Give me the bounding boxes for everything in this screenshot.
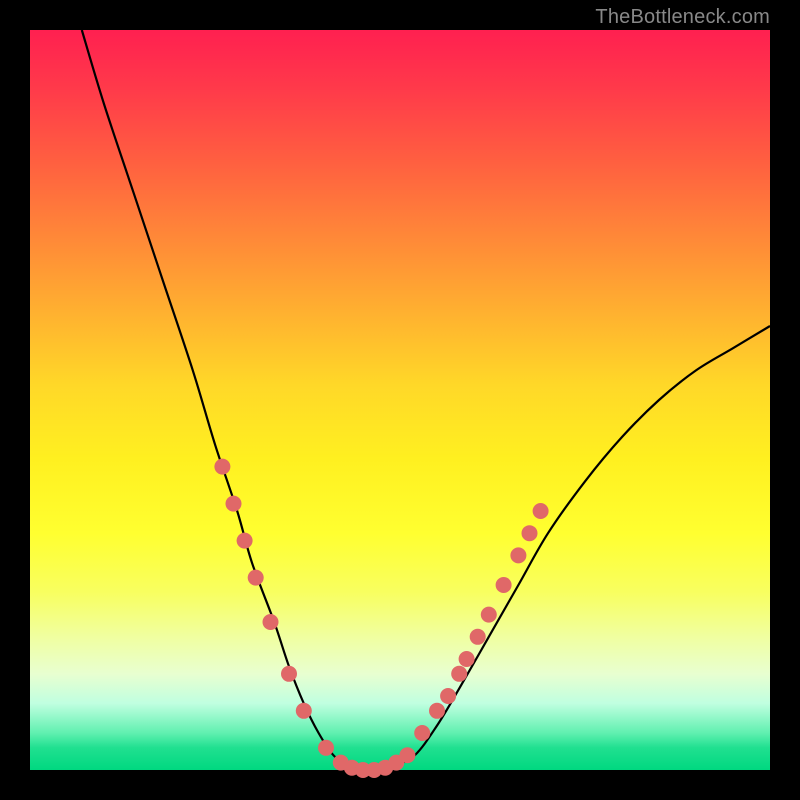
highlight-dot (510, 547, 526, 563)
highlight-dot (318, 740, 334, 756)
highlight-dot (226, 496, 242, 512)
highlight-dot (248, 570, 264, 586)
highlight-dot (470, 629, 486, 645)
highlight-dot (263, 614, 279, 630)
watermark-text: TheBottleneck.com (595, 6, 770, 29)
highlight-dot (451, 666, 467, 682)
highlight-dot (459, 651, 475, 667)
highlight-dot (399, 747, 415, 763)
highlight-dot (414, 725, 430, 741)
highlight-dot (214, 459, 230, 475)
highlight-dot (237, 533, 253, 549)
highlight-dot (522, 525, 538, 541)
highlight-dot (429, 703, 445, 719)
bottleneck-chart-svg (30, 30, 770, 770)
highlight-dot (296, 703, 312, 719)
highlight-dot (496, 577, 512, 593)
chart-plot-area (30, 30, 770, 770)
bottleneck-curve-path (82, 30, 770, 770)
highlight-dot (440, 688, 456, 704)
highlight-dot (481, 607, 497, 623)
highlight-dot (281, 666, 297, 682)
highlight-dot (533, 503, 549, 519)
